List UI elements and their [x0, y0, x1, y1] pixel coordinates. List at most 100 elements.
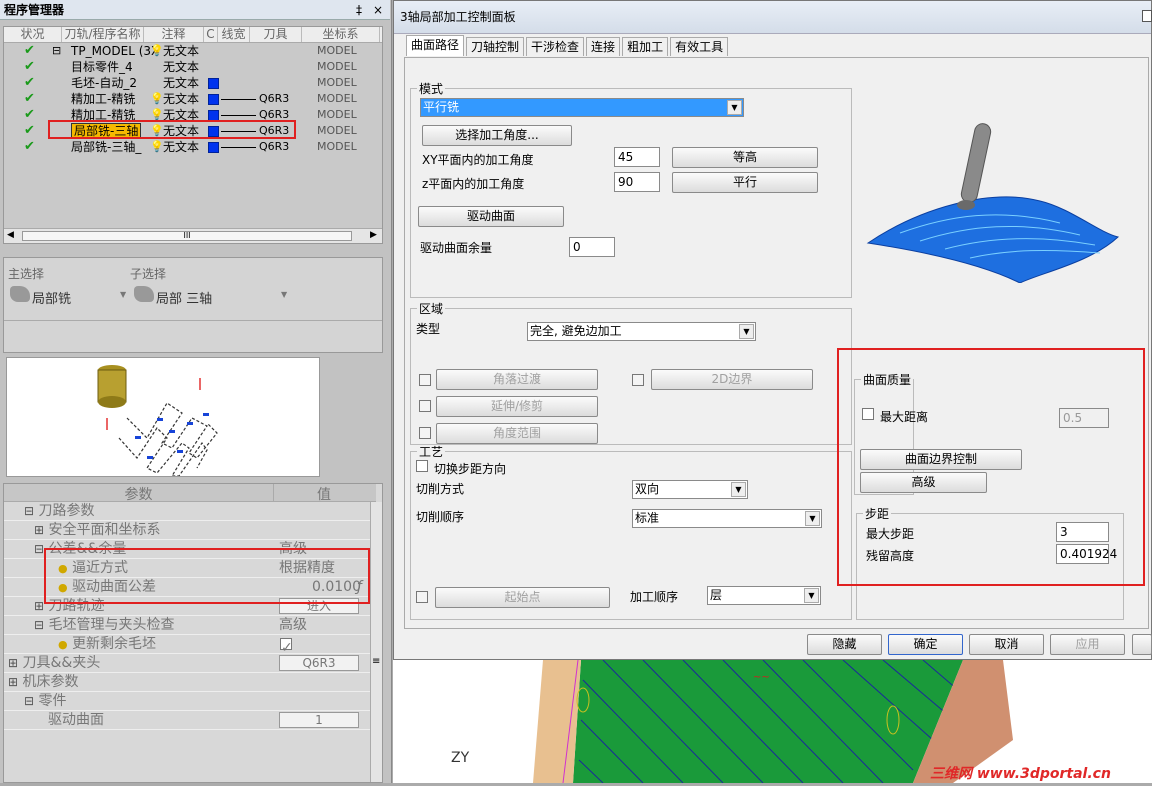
scroll-left-icon[interactable]: ◀	[7, 230, 14, 240]
param-row[interactable]: ⊞ 机床参数	[4, 673, 372, 692]
extend-checkbox[interactable]	[419, 400, 431, 412]
row-cs: MODEL	[317, 108, 357, 121]
col-status[interactable]: 状况	[4, 27, 62, 42]
collapse-icon[interactable]: ⊟	[52, 43, 61, 59]
sub-select-value[interactable]: 局部 三轴	[156, 288, 212, 307]
switch-step-label: 切换步距方向	[434, 462, 507, 476]
hide-button[interactable]: 隐藏	[807, 634, 882, 655]
main-select-value[interactable]: 局部铣	[32, 288, 71, 307]
boundary2d-button[interactable]: 2D边界	[651, 369, 813, 390]
row-cs: MODEL	[317, 76, 357, 89]
param-row[interactable]: ⊞ 安全平面和坐标系	[4, 521, 372, 540]
xy-angle-label: XY平面内的加工角度	[422, 153, 534, 167]
col-comment[interactable]: 注释	[144, 27, 204, 42]
drive-allowance-input[interactable]: 0	[569, 237, 615, 257]
drive-surface-count[interactable]: 1	[279, 712, 359, 728]
main-select-label: 主选择	[8, 267, 45, 281]
cut-order-label: 切削顺序	[416, 510, 465, 524]
parallel-button[interactable]: 平行	[672, 172, 818, 193]
tab-links[interactable]: 连接	[586, 37, 621, 56]
quality-highlight	[837, 348, 1145, 586]
param-row[interactable]: 驱动曲面 1	[4, 711, 372, 730]
dropdown-arrow-icon: ▼	[739, 324, 754, 339]
col-linewidth[interactable]: 线宽	[218, 27, 250, 42]
row-cs: MODEL	[317, 92, 357, 105]
machining-order-label: 加工顺序	[630, 590, 679, 604]
tree-row[interactable]: ✔ 目标零件_4 无文本 MODEL	[4, 59, 382, 75]
bulb-icon: 💡	[150, 140, 164, 153]
col-tool[interactable]: 刀具	[250, 27, 302, 42]
ok-button[interactable]: 确定	[888, 634, 963, 655]
tab-surface-path[interactable]: 曲面路径	[406, 35, 465, 56]
tree-row[interactable]: ✔ ⊟ TP_MODEL (3X 💡 无文本 MODEL	[4, 43, 382, 59]
col-name[interactable]: 刀轨/程序名称	[62, 27, 144, 42]
boundary2d-checkbox[interactable]	[632, 374, 644, 386]
color-swatch[interactable]	[208, 142, 219, 153]
param-col-value: 值	[317, 487, 331, 503]
dropdown-arrow-icon: ▼	[727, 100, 742, 115]
param-row[interactable]: ● 更新剩余毛坯 ✓	[4, 635, 372, 656]
pin-icon[interactable]: ‡	[356, 2, 362, 18]
extend-button[interactable]: 延伸/修剪	[436, 396, 598, 417]
dropdown-arrow-icon[interactable]: ▼	[120, 290, 126, 299]
tab-roughing[interactable]: 粗加工	[622, 37, 669, 56]
linewidth-line	[221, 115, 256, 116]
svg-text:~~: ~~	[753, 672, 770, 683]
tab-tools[interactable]: 有效工具	[670, 37, 729, 56]
scroll-thumb[interactable]: III	[22, 231, 352, 241]
horizontal-scrollbar[interactable]: ◀ III ▶	[4, 228, 382, 243]
xy-angle-input[interactable]: 45	[614, 147, 660, 167]
mode-select[interactable]: 平行铣 ▼	[420, 98, 744, 117]
angle-range-button[interactable]: 角度范围	[436, 423, 598, 444]
apply-button[interactable]: 应用	[1050, 634, 1125, 655]
param-row[interactable]: ⊟ 毛坯管理与夹头检查 高级	[4, 616, 372, 635]
vertical-scrollbar[interactable]: ≡	[370, 502, 382, 782]
start-point-button[interactable]: 起始点	[435, 587, 610, 608]
row-cs: MODEL	[317, 44, 357, 57]
program-manager-pane: 程序管理器 ‡ × 状况 刀轨/程序名称 注释 C 线宽 刀具 坐标系 ✔ ⊟ …	[0, 0, 392, 783]
cut-order-select[interactable]: 标准 ▼	[632, 509, 822, 528]
color-swatch[interactable]	[208, 78, 219, 89]
corner-button[interactable]: 角落过渡	[436, 369, 598, 390]
col-cs[interactable]: 坐标系	[302, 27, 380, 42]
scroll-right-icon[interactable]: ▶	[370, 230, 377, 240]
scroll-grip-icon[interactable]: ≡	[372, 656, 380, 667]
angle-range-checkbox[interactable]	[419, 427, 431, 439]
machining-order-select[interactable]: 层 ▼	[707, 586, 821, 605]
contour-button[interactable]: 等高	[672, 147, 818, 168]
start-point-checkbox[interactable]	[416, 591, 428, 603]
tab-tool-axis[interactable]: 刀轴控制	[466, 37, 525, 56]
more-button[interactable]	[1132, 634, 1152, 655]
tool-surface-graphic	[866, 123, 1120, 283]
cancel-button[interactable]: 取消	[969, 634, 1044, 655]
toolpath-preview	[6, 357, 320, 477]
param-row[interactable]: ⊞ 刀具&&夹头 Q6R3	[4, 654, 372, 673]
tree-row[interactable]: ✔ 毛坯-自动_2 无文本 MODEL	[4, 75, 382, 91]
update-stock-checkbox[interactable]: ✓	[280, 638, 293, 656]
region-type-select[interactable]: 完全, 避免边加工 ▼	[527, 322, 756, 341]
drive-surface-button[interactable]: 驱动曲面	[418, 206, 564, 227]
param-highlight	[44, 548, 370, 604]
select-angle-button[interactable]: 选择加工角度...	[422, 125, 572, 146]
dropdown-arrow-icon[interactable]: ▼	[281, 290, 287, 299]
maximize-icon[interactable]	[1142, 10, 1152, 22]
check-icon: ✔	[24, 43, 35, 58]
corner-checkbox[interactable]	[419, 374, 431, 386]
color-swatch[interactable]	[208, 94, 219, 105]
row-cs: MODEL	[317, 140, 357, 153]
switch-step-checkbox[interactable]	[416, 460, 428, 472]
axis-label: ZY	[451, 750, 470, 766]
cut-mode-select[interactable]: 双向 ▼	[632, 480, 748, 499]
check-icon: ✔	[24, 107, 35, 122]
param-row[interactable]: ⊟ 零件	[4, 692, 372, 711]
param-row[interactable]: ⊟ 刀路参数	[4, 502, 372, 521]
watermark: 三维网 www.3dportal.cn	[930, 766, 1111, 782]
row-tool: Q6R3	[259, 140, 290, 153]
tree-row[interactable]: ✔ 局部铣-三轴_ 💡 无文本 Q6R3 MODEL	[4, 139, 382, 155]
tab-collision[interactable]: 干涉检查	[526, 37, 585, 56]
col-c[interactable]: C	[204, 27, 218, 42]
close-icon[interactable]: ×	[373, 2, 383, 18]
z-angle-input[interactable]: 90	[614, 172, 660, 192]
tree-row[interactable]: ✔ 精加工-精铣 💡 无文本 Q6R3 MODEL	[4, 91, 382, 107]
tool-button[interactable]: Q6R3	[279, 655, 359, 671]
